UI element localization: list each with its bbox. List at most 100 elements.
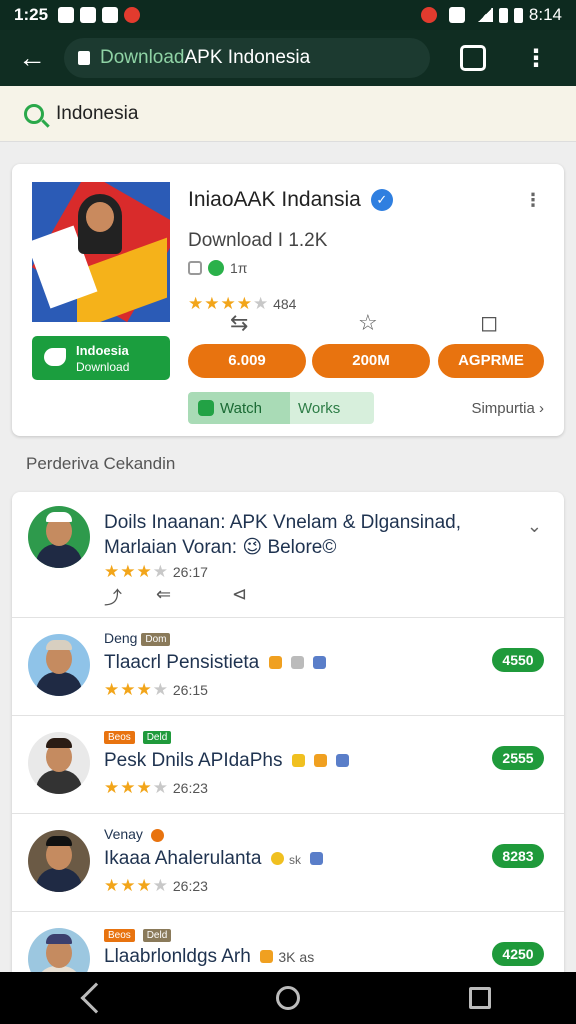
list-item[interactable]: Deng Dom Tlaacrl Pensistieta ★★★★ 26:15 … bbox=[12, 618, 564, 716]
review-time: 26:15 bbox=[172, 682, 208, 698]
more-options-button[interactable]: ⋮ bbox=[524, 190, 542, 211]
browser-toolbar: ← Download APK Indonesia ⋮ bbox=[0, 30, 576, 86]
app-title-text: IniaoAAK Indansia bbox=[188, 188, 361, 211]
notification-icon bbox=[420, 7, 437, 23]
app-meta-row: 1π bbox=[188, 260, 247, 276]
battery-icon bbox=[498, 7, 508, 23]
review-name: Ikaaa Ahalerulanta sk bbox=[104, 848, 324, 870]
avatar bbox=[28, 830, 90, 892]
camera-icon[interactable]: ◻ bbox=[480, 310, 498, 336]
list-item[interactable]: Beos Deld Llaabrlonldgs Arh 3K as 4250 bbox=[12, 912, 564, 972]
avatar bbox=[28, 634, 90, 696]
check-icon bbox=[208, 260, 224, 276]
app-card[interactable]: Indoesia Download IniaoAAK Indansia ✓ ⋮ … bbox=[12, 164, 564, 436]
system-nav-bar bbox=[0, 972, 576, 1024]
status-clock: 8:14 bbox=[528, 5, 562, 24]
user-tag-row: Beos Deld bbox=[104, 926, 175, 942]
list-item[interactable]: Doils Inaanan: APK Vnelam & Dlgansinad, … bbox=[12, 492, 564, 618]
watch-icon bbox=[198, 400, 214, 416]
download-button-line1: Indoesia bbox=[76, 343, 129, 358]
sun-icon bbox=[270, 852, 284, 866]
review-rating: ★★★★ 26:17 bbox=[104, 562, 208, 582]
review-time: 26:23 bbox=[172, 878, 208, 894]
signal-icon bbox=[476, 8, 493, 22]
bird-icon bbox=[44, 348, 66, 366]
tabs-button[interactable] bbox=[460, 45, 486, 71]
review-extra: sk bbox=[288, 853, 301, 867]
avatar bbox=[28, 506, 90, 568]
reply-icon[interactable]: ⇐ bbox=[156, 584, 171, 605]
review-rating: ★★★★ 26:23 bbox=[104, 876, 208, 896]
badge-icon bbox=[336, 754, 350, 768]
review-name: Pesk Dnils APIdaPhs bbox=[104, 750, 350, 772]
url-field[interactable]: Download APK Indonesia bbox=[64, 38, 430, 78]
menu-button[interactable]: ⋮ bbox=[524, 44, 548, 73]
avatar bbox=[28, 928, 90, 972]
speaker-icon[interactable]: ⊲ bbox=[232, 584, 247, 605]
shield-icon bbox=[448, 7, 465, 23]
works-tag[interactable]: Works bbox=[290, 392, 374, 424]
status-bar: 1:25 8:14 bbox=[0, 0, 576, 30]
notification-icon bbox=[124, 7, 141, 23]
badge: Beos bbox=[104, 928, 135, 942]
checkbox-icon bbox=[188, 261, 202, 275]
star-rating-icon: ★★★★ bbox=[104, 562, 169, 581]
list-item[interactable]: Beos Deld Pesk Dnils APIdaPhs ★★★★ 26:23… bbox=[12, 716, 564, 814]
badge: Deld bbox=[142, 928, 172, 942]
share-icon[interactable]: ⇆ bbox=[230, 310, 248, 336]
review-name: Tlaacrl Pensistieta bbox=[104, 652, 327, 674]
download-button[interactable]: Indoesia Download bbox=[32, 336, 170, 380]
avatar-cap bbox=[46, 836, 72, 846]
user-tag-row: Beos Deld bbox=[104, 728, 175, 744]
notification-icon bbox=[58, 7, 75, 23]
user-tag: Deng bbox=[104, 630, 138, 646]
nav-recents-icon[interactable] bbox=[469, 987, 492, 1009]
notification-icon bbox=[102, 7, 119, 23]
star-rating-icon: ★★★★ bbox=[104, 778, 169, 797]
score-badge: 4550 bbox=[492, 648, 544, 672]
review-name: Llaabrlonldgs Arh 3K as bbox=[104, 946, 314, 968]
review-name-text: Ikaaa Ahalerulanta bbox=[104, 848, 262, 869]
list-item[interactable]: Venay Ikaaa Ahalerulanta sk ★★★★ 26:23 8… bbox=[12, 814, 564, 912]
app-title: IniaoAAK Indansia ✓ bbox=[188, 188, 393, 212]
badge-icon bbox=[313, 656, 327, 670]
watch-tag[interactable]: Watch bbox=[188, 392, 290, 424]
favorite-icon[interactable]: ☆ bbox=[358, 310, 378, 336]
pill-button-3[interactable]: AGPRME bbox=[438, 344, 544, 378]
badge: Beos bbox=[104, 730, 135, 744]
avatar bbox=[28, 732, 90, 794]
avatar-cap bbox=[46, 640, 72, 650]
lock-icon bbox=[78, 51, 90, 65]
nav-home-icon[interactable] bbox=[275, 986, 300, 1010]
app-icon[interactable] bbox=[32, 182, 170, 322]
badge: Deld bbox=[142, 730, 172, 744]
chevron-down-icon[interactable]: ⌄ bbox=[527, 516, 542, 537]
search-query: Indonesia bbox=[56, 102, 139, 124]
review-name-text: Tlaacrl Pensistieta bbox=[104, 652, 260, 673]
score-badge: 8283 bbox=[492, 844, 544, 868]
review-title: Doils Inaanan: APK Vnelam & Dlgansinad, bbox=[104, 512, 461, 533]
nav-back-icon[interactable] bbox=[80, 982, 112, 1014]
pill-button-1[interactable]: 6.009 bbox=[188, 344, 306, 378]
review-time: 26:17 bbox=[172, 564, 208, 580]
badge-icon bbox=[314, 754, 328, 768]
emoji-icon bbox=[291, 754, 305, 768]
emoji-icon bbox=[268, 656, 282, 670]
see-more-link[interactable]: Simpurtia › bbox=[471, 400, 544, 417]
badge-icon bbox=[310, 852, 324, 866]
badge-icon bbox=[290, 656, 304, 670]
status-time: 1:25 bbox=[14, 5, 49, 24]
pill-button-2[interactable]: 200M bbox=[312, 344, 430, 378]
url-prefix: Download bbox=[100, 47, 185, 68]
back-button[interactable]: ← bbox=[12, 42, 52, 74]
badge-icon bbox=[260, 950, 274, 964]
download-button-line2: Download bbox=[76, 359, 130, 374]
badge-icon bbox=[150, 828, 164, 842]
user-tag-row: Venay bbox=[104, 826, 164, 842]
battery-icon bbox=[513, 7, 523, 23]
review-list: Doils Inaanan: APK Vnelam & Dlgansinad, … bbox=[12, 492, 564, 972]
rating-count: 484 bbox=[273, 296, 297, 312]
search-bar[interactable]: Indonesia bbox=[0, 86, 576, 142]
avatar-hair bbox=[46, 738, 72, 748]
share-icon[interactable]: ⤴ bbox=[104, 584, 122, 610]
